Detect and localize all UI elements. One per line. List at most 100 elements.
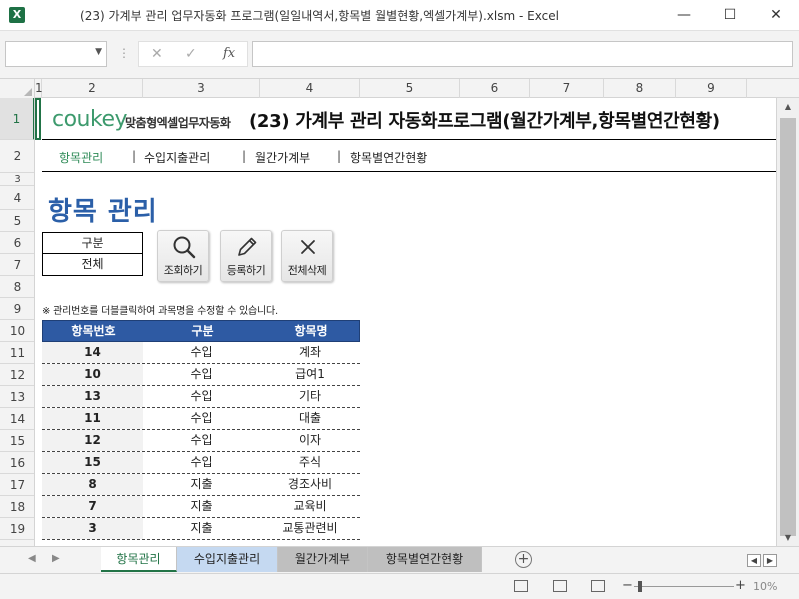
worksheet[interactable]: coukey 맞춤형엑셀업무자동화 (23) 가계부 관리 자동화프로그램(월간… <box>35 98 776 546</box>
close-button[interactable]: ✕ <box>753 0 799 31</box>
tab-item-management[interactable]: 항목관리 <box>101 547 177 572</box>
scroll-down-icon[interactable]: ▼ <box>777 529 799 546</box>
row-header[interactable]: 15 <box>0 430 34 452</box>
filter-value-cell[interactable]: 전체 <box>43 254 142 275</box>
normal-view-icon[interactable] <box>514 580 528 592</box>
register-button-label: 등록하기 <box>226 264 266 277</box>
row-header[interactable]: 5 <box>0 210 34 232</box>
program-title: (23) 가계부 관리 자동화프로그램(월간가계부,항목별연간현황) <box>249 111 720 132</box>
category-cell[interactable]: 지출 <box>143 496 260 517</box>
page-break-preview-icon[interactable] <box>591 580 605 592</box>
row-header[interactable]: 8 <box>0 276 34 298</box>
row-header[interactable]: 4 <box>0 186 34 210</box>
tab-scroll-left-icon[interactable]: ◀ <box>28 553 36 564</box>
item-name-cell[interactable]: 주식 <box>260 452 360 473</box>
row-header[interactable]: 11 <box>0 342 34 364</box>
column-header[interactable]: 9 <box>676 79 747 98</box>
category-cell[interactable]: 수입 <box>143 342 260 363</box>
row-header[interactable]: 19 <box>0 518 34 540</box>
column-header[interactable]: 6 <box>460 79 530 98</box>
item-name-cell[interactable]: 급여1 <box>260 364 360 385</box>
item-name-cell[interactable]: 경조사비 <box>260 474 360 495</box>
row-header[interactable]: 12 <box>0 364 34 386</box>
item-number-cell[interactable]: 11 <box>42 408 143 429</box>
column-header[interactable]: 3 <box>143 79 260 98</box>
column-header[interactable]: 5 <box>360 79 460 98</box>
zoom-level[interactable]: 10% <box>753 580 777 593</box>
item-number-cell[interactable]: 13 <box>42 386 143 407</box>
row-header[interactable]: 14 <box>0 408 34 430</box>
category-cell[interactable]: 수입 <box>143 408 260 429</box>
item-name-cell[interactable]: 교육비 <box>260 496 360 517</box>
column-header[interactable]: 1 <box>35 79 43 98</box>
zoom-slider-thumb[interactable] <box>638 581 642 592</box>
item-name-cell[interactable]: 기타 <box>260 386 360 407</box>
row-header[interactable]: 13 <box>0 386 34 408</box>
zoom-slider[interactable] <box>634 586 734 587</box>
vertical-scrollbar[interactable]: ▲ ▼ <box>776 98 799 546</box>
selected-cell[interactable] <box>35 98 41 140</box>
excel-app-icon: X <box>9 7 25 23</box>
row-header[interactable]: 6 <box>0 232 34 254</box>
delete-all-button[interactable]: 전체삭제 <box>281 230 333 282</box>
category-cell[interactable]: 수입 <box>143 430 260 451</box>
search-button[interactable]: 조회하기 <box>157 230 209 282</box>
tab-scroll-right-icon[interactable]: ▶ <box>52 553 60 564</box>
minimize-button[interactable]: — <box>661 0 707 31</box>
nav-item-yearly-status[interactable]: 항목별연간현황 <box>350 149 427 166</box>
nav-item-item-management[interactable]: 항목관리 <box>59 149 103 166</box>
item-name-cell[interactable]: 이자 <box>260 430 360 451</box>
item-number-cell[interactable]: 15 <box>42 452 143 473</box>
header-category: 구분 <box>191 324 214 338</box>
tab-monthly-ledger[interactable]: 월간가계부 <box>278 547 368 572</box>
tab-income-expense[interactable]: 수입지출관리 <box>177 547 278 572</box>
item-number-cell[interactable]: 10 <box>42 364 143 385</box>
category-cell[interactable]: 수입 <box>143 364 260 385</box>
column-header[interactable]: 8 <box>604 79 676 98</box>
row-header[interactable]: 10 <box>0 320 34 342</box>
enter-icon[interactable]: ✓ <box>185 46 197 62</box>
category-cell[interactable]: 지출 <box>143 518 260 539</box>
insert-function-icon[interactable]: fx <box>223 46 235 61</box>
item-number-cell[interactable]: 14 <box>42 342 143 363</box>
item-name-cell[interactable]: 계좌 <box>260 342 360 363</box>
row-header[interactable]: 7 <box>0 254 34 276</box>
formula-input[interactable] <box>252 41 793 67</box>
cancel-icon[interactable]: ✕ <box>151 46 163 62</box>
row-header[interactable]: 17 <box>0 474 34 496</box>
scrollbar-thumb[interactable] <box>780 118 796 536</box>
register-button[interactable]: 등록하기 <box>220 230 272 282</box>
hscroll-right-icon[interactable]: ▶ <box>763 554 777 567</box>
zoom-in-icon[interactable]: + <box>735 578 746 593</box>
page-layout-icon[interactable] <box>553 580 567 592</box>
column-header[interactable]: 7 <box>530 79 604 98</box>
row-header[interactable]: 1 <box>0 98 34 140</box>
row-header[interactable]: 9 <box>0 298 34 320</box>
row-header[interactable]: 2 <box>0 140 34 173</box>
name-box[interactable]: ▼ <box>5 41 107 67</box>
category-cell[interactable]: 수입 <box>143 386 260 407</box>
item-name-cell[interactable]: 대출 <box>260 408 360 429</box>
item-number-cell[interactable]: 3 <box>42 518 143 539</box>
tab-yearly-status[interactable]: 항목별연간현황 <box>368 547 482 572</box>
column-header[interactable]: 2 <box>42 79 143 98</box>
maximize-button[interactable]: ☐ <box>707 0 753 31</box>
nav-item-income-expense[interactable]: 수입지출관리 <box>144 149 210 166</box>
row-header[interactable]: 18 <box>0 496 34 518</box>
item-name-cell[interactable]: 교통관련비 <box>260 518 360 539</box>
hscroll-left-icon[interactable]: ◀ <box>747 554 761 567</box>
row-header[interactable]: 3 <box>0 173 34 186</box>
add-sheet-icon[interactable]: + <box>515 551 532 568</box>
chevron-down-icon[interactable]: ▼ <box>95 47 102 57</box>
scroll-up-icon[interactable]: ▲ <box>777 98 799 115</box>
item-number-cell[interactable]: 8 <box>42 474 143 495</box>
item-number-cell[interactable]: 7 <box>42 496 143 517</box>
zoom-out-icon[interactable]: − <box>622 578 633 593</box>
column-header[interactable]: 4 <box>260 79 360 98</box>
nav-item-monthly-ledger[interactable]: 월간가계부 <box>255 149 310 166</box>
category-cell[interactable]: 수입 <box>143 452 260 473</box>
select-all-corner[interactable] <box>0 79 35 98</box>
item-number-cell[interactable]: 12 <box>42 430 143 451</box>
category-cell[interactable]: 지출 <box>143 474 260 495</box>
row-header[interactable]: 16 <box>0 452 34 474</box>
